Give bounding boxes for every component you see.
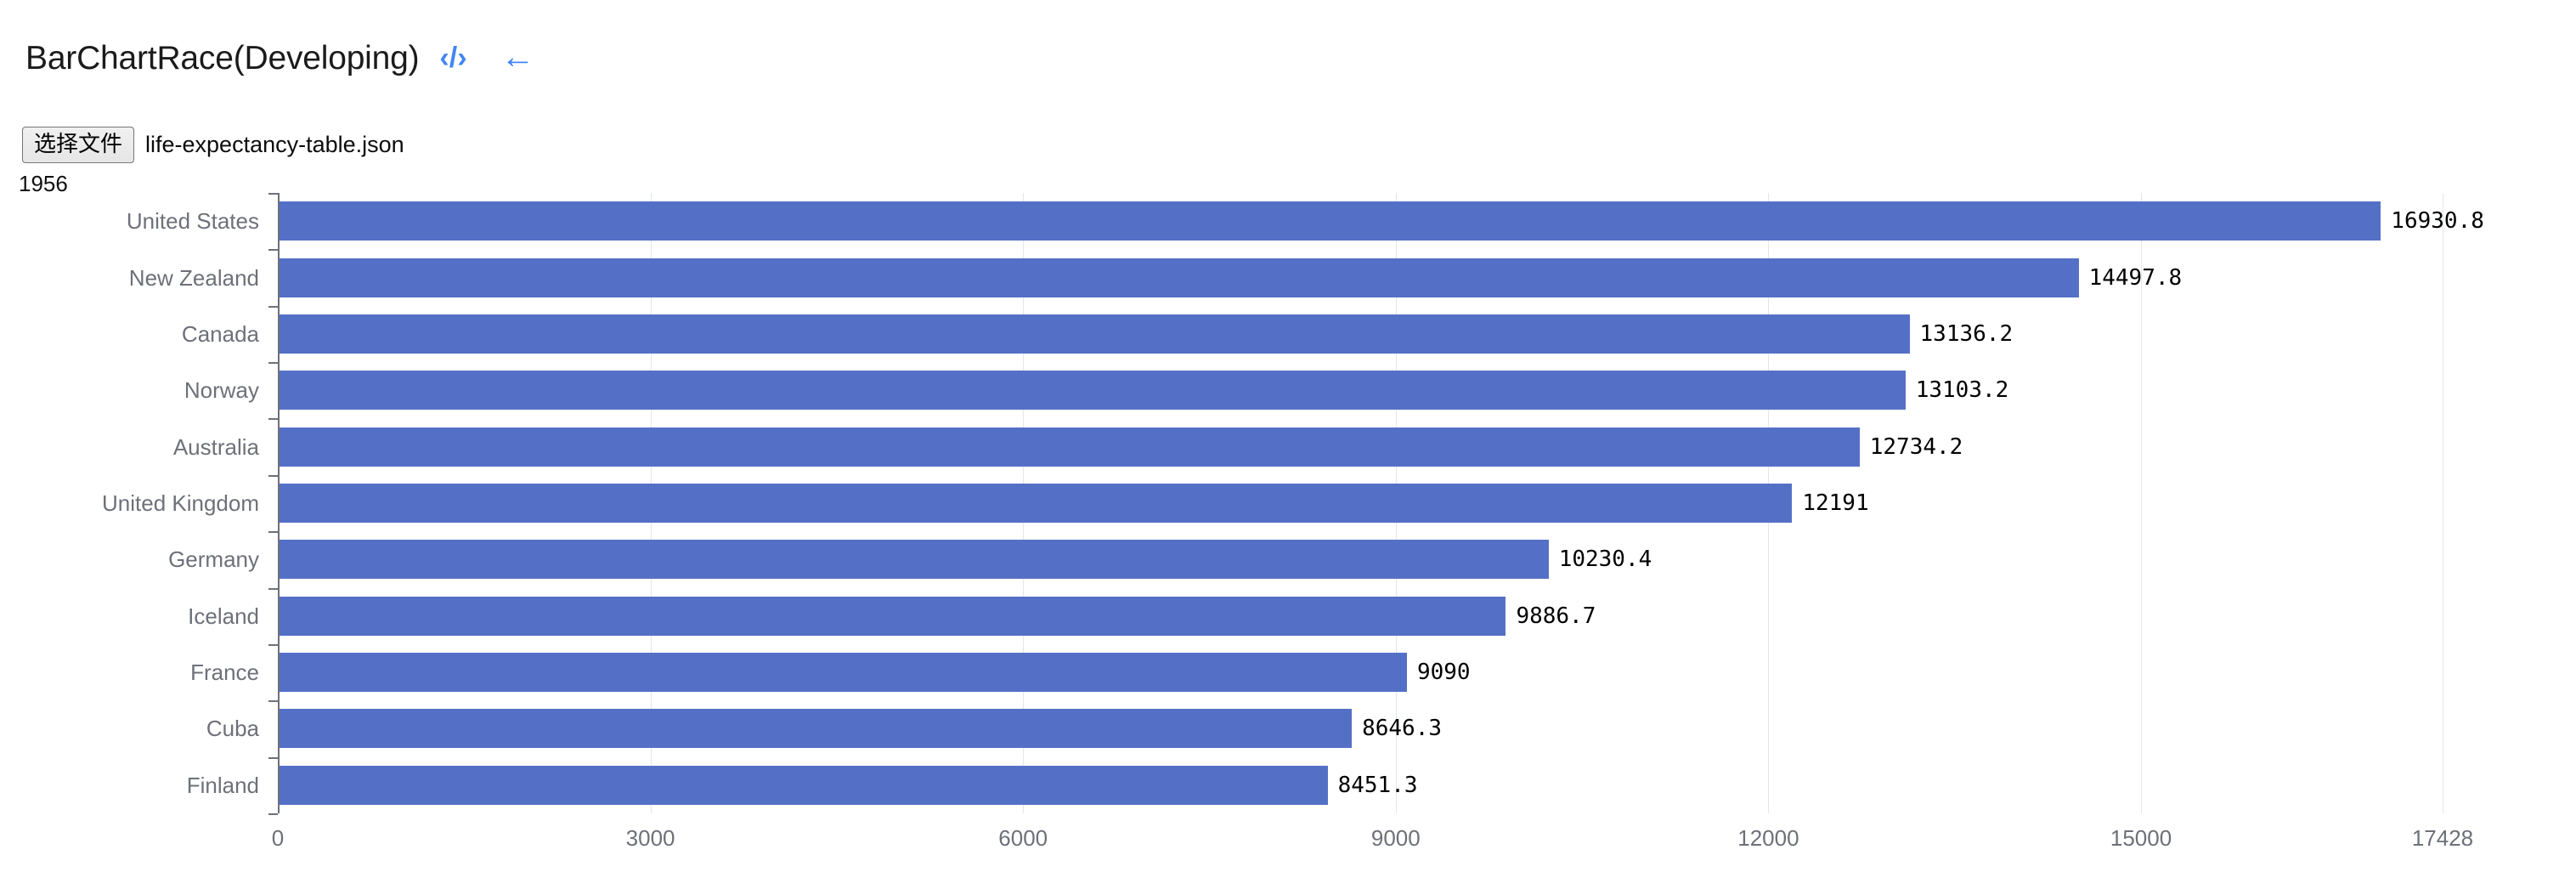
y-axis-tick xyxy=(268,531,278,534)
bar[interactable] xyxy=(278,765,1328,805)
bar-value-label: 8451.3 xyxy=(1337,772,1418,798)
y-axis-tick xyxy=(268,813,278,815)
x-axis-tick-label: 17428 xyxy=(2411,825,2474,851)
bar[interactable] xyxy=(278,258,2079,297)
y-axis-tick xyxy=(268,587,278,590)
bar[interactable] xyxy=(278,484,1793,523)
category-label: New Zealand xyxy=(128,264,259,291)
x-axis-tick-label: 3000 xyxy=(625,825,675,851)
x-axis-tick-label: 9000 xyxy=(1370,825,1421,851)
y-axis-tick xyxy=(268,193,278,195)
bar-row[interactable]: 13136.2 xyxy=(278,314,2443,354)
y-axis-tick xyxy=(268,756,278,759)
bar-value-label: 9886.7 xyxy=(1516,603,1596,629)
bar-value-label: 13136.2 xyxy=(1919,320,2014,347)
bar[interactable] xyxy=(278,201,2381,241)
category-label: Finland xyxy=(186,772,259,798)
bar-row[interactable]: 16930.8 xyxy=(278,201,2484,241)
bar-row[interactable]: 10230.4 xyxy=(278,540,2443,580)
selected-file-name: life-expectancy-table.json xyxy=(145,131,404,157)
category-label: Norway xyxy=(184,377,259,404)
bar-row[interactable]: 9886.7 xyxy=(278,596,2443,636)
x-axis-tick-label: 0 xyxy=(271,825,285,851)
bar-value-label: 13103.2 xyxy=(1915,377,2009,404)
file-input-row[interactable]: 选择文件 life-expectancy-table.json xyxy=(22,126,404,163)
y-axis-tick xyxy=(268,362,278,365)
category-label: France xyxy=(190,660,259,686)
code-icon[interactable]: ‹/› xyxy=(439,43,466,72)
bar-row[interactable]: 12734.2 xyxy=(278,427,2443,467)
bar[interactable] xyxy=(278,709,1353,749)
bar-row[interactable]: 8646.3 xyxy=(278,709,2443,749)
choose-file-button[interactable]: 选择文件 xyxy=(22,126,135,163)
bar-chart-race-page: BarChartRace(Developing) ‹/› ← 选择文件 life… xyxy=(0,0,2576,889)
y-axis-tick xyxy=(268,418,278,421)
x-axis-tick-label: 15000 xyxy=(2110,825,2172,851)
bar-row[interactable]: 9090 xyxy=(278,653,2443,693)
page-header: BarChartRace(Developing) ‹/› ← xyxy=(25,37,535,78)
y-axis-tick xyxy=(268,474,278,477)
y-axis-tick xyxy=(268,700,278,703)
bar-row[interactable]: 8451.3 xyxy=(278,765,2443,805)
bar[interactable] xyxy=(278,596,1506,636)
bar-value-label: 12734.2 xyxy=(1869,433,1963,460)
bar[interactable] xyxy=(278,314,1910,354)
page-title: BarChartRace(Developing) xyxy=(25,39,420,76)
category-label: Australia xyxy=(172,433,259,460)
y-axis-line xyxy=(278,193,280,813)
category-label: Germany xyxy=(168,546,259,573)
category-label: Cuba xyxy=(206,716,259,742)
x-axis-tick-label: 6000 xyxy=(998,825,1048,851)
category-label: Iceland xyxy=(188,603,259,629)
bar[interactable] xyxy=(278,653,1407,693)
plot-area: 16930.8 14497.8 13136.2 13103.2 12734.2 12191… xyxy=(278,193,2484,813)
bar[interactable] xyxy=(278,540,1549,580)
bar-value-label: 9090 xyxy=(1416,660,1471,686)
x-axis-tick-label: 12000 xyxy=(1737,825,1799,851)
bar[interactable] xyxy=(278,427,1860,467)
category-label: United Kingdom xyxy=(102,490,259,516)
bar-value-label: 8646.3 xyxy=(1362,716,1443,742)
category-label: United States xyxy=(126,208,259,235)
y-axis-tick xyxy=(268,643,278,646)
category-label: Canada xyxy=(181,320,259,347)
bar-value-label: 10230.4 xyxy=(1558,546,1652,573)
bar[interactable] xyxy=(278,371,1906,411)
bar-row[interactable]: 12191 xyxy=(278,484,2443,523)
bar-value-label: 16930.8 xyxy=(2391,208,2484,235)
y-axis-tick xyxy=(268,249,278,252)
bar-value-label: 12191 xyxy=(1802,490,1869,516)
bar-value-label: 14497.8 xyxy=(2088,264,2183,291)
bar-row[interactable]: 13103.2 xyxy=(278,371,2443,411)
y-axis-tick xyxy=(268,305,278,308)
back-arrow-icon[interactable]: ← xyxy=(501,40,535,74)
bar-chart: 16930.8 14497.8 13136.2 13103.2 12734.2 12191… xyxy=(0,191,2576,888)
bar-row[interactable]: 14497.8 xyxy=(278,258,2443,297)
